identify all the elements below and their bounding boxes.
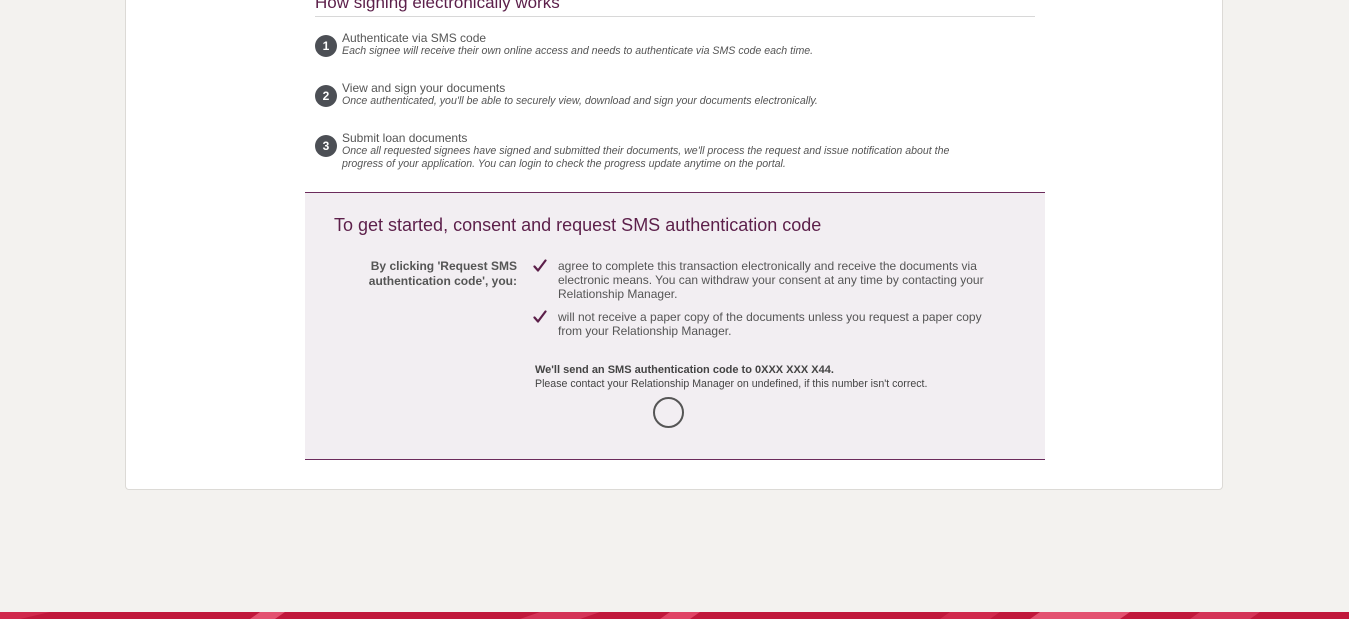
consent-title: To get started, consent and request SMS … (334, 215, 822, 235)
step-number-badge: 1 (315, 35, 337, 57)
footer-pattern (0, 612, 1260, 619)
step-title: View and sign your documents (342, 81, 506, 95)
checkmark-icon (533, 259, 547, 272)
sms-contact-note: Please contact your Relationship Manager… (535, 378, 928, 390)
step-description: Once authenticated, you'll be able to se… (342, 95, 818, 107)
footer-band (0, 612, 1349, 619)
consent-lead-text: By clicking 'Request SMS authentication … (368, 259, 517, 288)
consent-item-text: agree to complete this transaction elect… (558, 259, 984, 301)
consent-item-text: will not receive a paper copy of the doc… (558, 310, 982, 338)
step-title: Authenticate via SMS code (342, 31, 487, 45)
loading-spinner-icon (653, 397, 684, 428)
checkmark-icon (533, 310, 547, 323)
section-title: How signing electronically works (315, 0, 1035, 17)
step-title: Submit loan documents (342, 131, 468, 145)
step-number-badge: 3 (315, 135, 337, 157)
step-description: Once all requested signees have signed a… (342, 145, 950, 170)
consent-panel: To get started, consent and request SMS … (305, 192, 1045, 460)
step-number-badge: 2 (315, 85, 337, 107)
step-description: Each signee will receive their own onlin… (342, 45, 814, 57)
sms-notice: We'll send an SMS authentication code to… (535, 364, 834, 376)
